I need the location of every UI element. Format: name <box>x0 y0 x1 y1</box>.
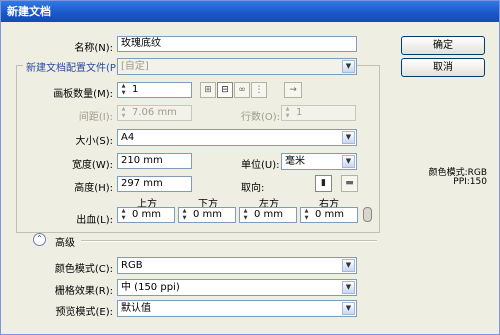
chevron-down-icon[interactable]: ▼ <box>342 155 355 168</box>
grid-by-row-icon[interactable]: ⊞ <box>200 82 216 98</box>
advanced-label: 高级 <box>55 238 75 249</box>
raster-effects-select[interactable]: 中 (150 ppi) ▼ <box>117 279 357 296</box>
arrange-by-row-icon[interactable]: ∞ <box>234 82 250 98</box>
units-select[interactable]: 毫米 ▼ <box>281 153 357 170</box>
columns-field[interactable]: 1 <box>281 105 356 121</box>
spinner-icon[interactable]: ▲ ▼ <box>302 208 311 223</box>
dialog-title: 新建文档 <box>1 1 499 22</box>
columns-label: 行数(O): <box>241 112 281 123</box>
name-label: 名称(N): <box>74 43 113 54</box>
spinner-icon[interactable]: ▲ ▼ <box>241 208 250 223</box>
width-field[interactable]: 210 mm <box>117 153 192 169</box>
chevron-down-icon[interactable]: ▼ <box>342 281 355 294</box>
chevron-down-icon[interactable]: ▼ <box>342 131 355 144</box>
orientation-label: 取向: <box>241 183 265 194</box>
spinner-icon[interactable]: ▲ ▼ <box>119 106 128 121</box>
size-label: 大小(S): <box>75 136 113 147</box>
chevron-down-icon[interactable]: ▼ <box>342 302 355 315</box>
spinner-icon[interactable]: ▲ ▼ <box>283 106 292 121</box>
artboards-field[interactable]: 1 <box>117 82 192 98</box>
arrow-right-icon[interactable]: → <box>284 82 302 98</box>
raster-effects-label: 栅格效果(R): <box>54 286 113 297</box>
height-label: 高度(H): <box>74 183 113 194</box>
advanced-divider <box>81 240 377 242</box>
info-ppi: PPI:150 <box>453 177 487 187</box>
preview-mode-select[interactable]: 默认值 ▼ <box>117 300 357 317</box>
cancel-button[interactable]: 取消 <box>401 58 485 77</box>
portrait-orientation-icon[interactable]: ▮ <box>315 175 332 192</box>
color-mode-select[interactable]: RGB ▼ <box>117 257 357 274</box>
spacing-field[interactable]: 7.06 mm <box>117 105 192 121</box>
spinner-icon[interactable]: ▲ ▼ <box>119 83 128 98</box>
grid-by-column-icon[interactable]: ⊟ <box>217 82 233 98</box>
height-field[interactable]: 297 mm <box>117 176 192 192</box>
landscape-orientation-icon[interactable]: ▬ <box>341 175 358 192</box>
name-field[interactable]: 玫瑰底纹 <box>117 36 357 52</box>
chevron-down-icon[interactable]: ▼ <box>342 259 355 272</box>
ok-button[interactable]: 确定 <box>401 36 485 55</box>
profile-select[interactable]: [自定] ▼ <box>117 58 357 75</box>
profile-label: 新建文档配置文件(P): <box>23 59 127 74</box>
units-label: 单位(U): <box>241 160 280 171</box>
chain-link-icon[interactable] <box>363 207 372 222</box>
size-select[interactable]: A4 ▼ <box>117 129 357 146</box>
width-label: 宽度(W): <box>71 160 113 171</box>
spinner-icon[interactable]: ▲ ▼ <box>180 208 189 223</box>
collapse-chevron-icon[interactable]: ⌃ <box>33 233 46 246</box>
new-document-dialog: 新建文档 名称(N): 玫瑰底纹 新建文档配置文件(P): [自定] ▼ 画板数… <box>0 0 500 335</box>
arrange-by-column-icon[interactable]: ⋮ <box>251 82 267 98</box>
bleed-label: 出血(L): <box>76 215 113 226</box>
artboards-label: 画板数量(M): <box>53 89 113 100</box>
spacing-label: 间距(I): <box>78 112 113 123</box>
color-mode-label: 颜色模式(C): <box>54 264 113 275</box>
chevron-down-icon[interactable]: ▼ <box>342 60 355 73</box>
preview-mode-label: 预览模式(E): <box>55 307 114 318</box>
spinner-icon[interactable]: ▲ ▼ <box>119 208 128 223</box>
